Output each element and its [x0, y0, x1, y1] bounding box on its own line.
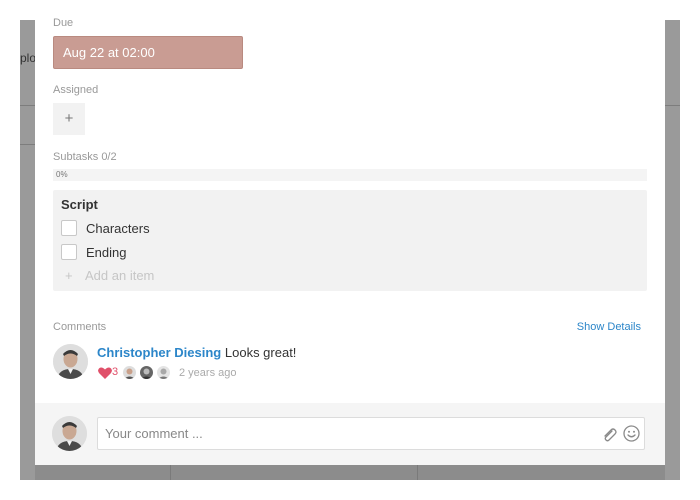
- avatar: [52, 416, 87, 451]
- user-avatar-icon: [53, 344, 88, 379]
- user-avatar-icon: [123, 366, 136, 379]
- background-left-panel: [20, 20, 35, 480]
- checklist: Script Characters Ending + Add an item: [53, 190, 647, 291]
- checklist-checkbox[interactable]: [61, 244, 77, 260]
- progress-text: 0%: [56, 170, 68, 179]
- due-label: Due: [53, 17, 74, 29]
- subtasks-label-text: Subtasks: [53, 151, 99, 163]
- user-avatar-icon: [157, 366, 170, 379]
- subtasks-progress-bar: 0%: [53, 169, 647, 181]
- background-divider: [417, 465, 418, 480]
- emoji-icon[interactable]: [623, 425, 640, 442]
- user-avatar-icon: [52, 416, 87, 451]
- reaction-count: 3: [112, 366, 119, 378]
- background-divider: [20, 144, 35, 145]
- reactor-avatar[interactable]: [140, 366, 153, 379]
- reactor-avatar[interactable]: [157, 366, 170, 379]
- background-divider: [20, 105, 35, 106]
- heart-icon[interactable]: [97, 365, 113, 381]
- add-checklist-item[interactable]: + Add an item: [65, 268, 154, 283]
- due-date-button[interactable]: Aug 22 at 02:00: [53, 36, 243, 69]
- background-divider: [170, 465, 171, 480]
- assigned-label: Assigned: [53, 84, 99, 96]
- comments-label: Comments: [53, 321, 107, 333]
- background-divider: [665, 105, 680, 106]
- subtasks-label: Subtasks 0/2: [53, 151, 117, 163]
- user-avatar-icon: [140, 366, 153, 379]
- checklist-checkbox[interactable]: [61, 220, 77, 236]
- subtasks-count: 0/2: [101, 151, 117, 163]
- task-modal: Due Aug 22 at 02:00 Assigned + Subtasks …: [35, 17, 665, 465]
- comment-body: Looks great!: [224, 345, 297, 360]
- plus-icon: +: [65, 268, 73, 283]
- add-item-placeholder: Add an item: [85, 268, 155, 283]
- checklist-title: Script: [61, 197, 98, 212]
- comment-timestamp: 2 years ago: [179, 367, 237, 379]
- comment-input[interactable]: [97, 417, 645, 450]
- show-details-link[interactable]: Show Details: [577, 321, 641, 333]
- comment-text: Christopher Diesing Looks great!: [97, 345, 296, 360]
- background-bottom-strip: [35, 465, 665, 480]
- checklist-item-label: Ending: [86, 245, 127, 260]
- avatar[interactable]: [53, 344, 88, 379]
- add-assignee-button[interactable]: +: [53, 103, 85, 135]
- background-text: plo: [20, 51, 37, 65]
- paperclip-icon[interactable]: [601, 427, 617, 443]
- checklist-item-label: Characters: [86, 221, 150, 236]
- comment-composer: [35, 403, 665, 465]
- background-right-panel: [665, 20, 680, 480]
- comment-author-link[interactable]: Christopher Diesing: [97, 345, 221, 360]
- reactor-avatar[interactable]: [123, 366, 136, 379]
